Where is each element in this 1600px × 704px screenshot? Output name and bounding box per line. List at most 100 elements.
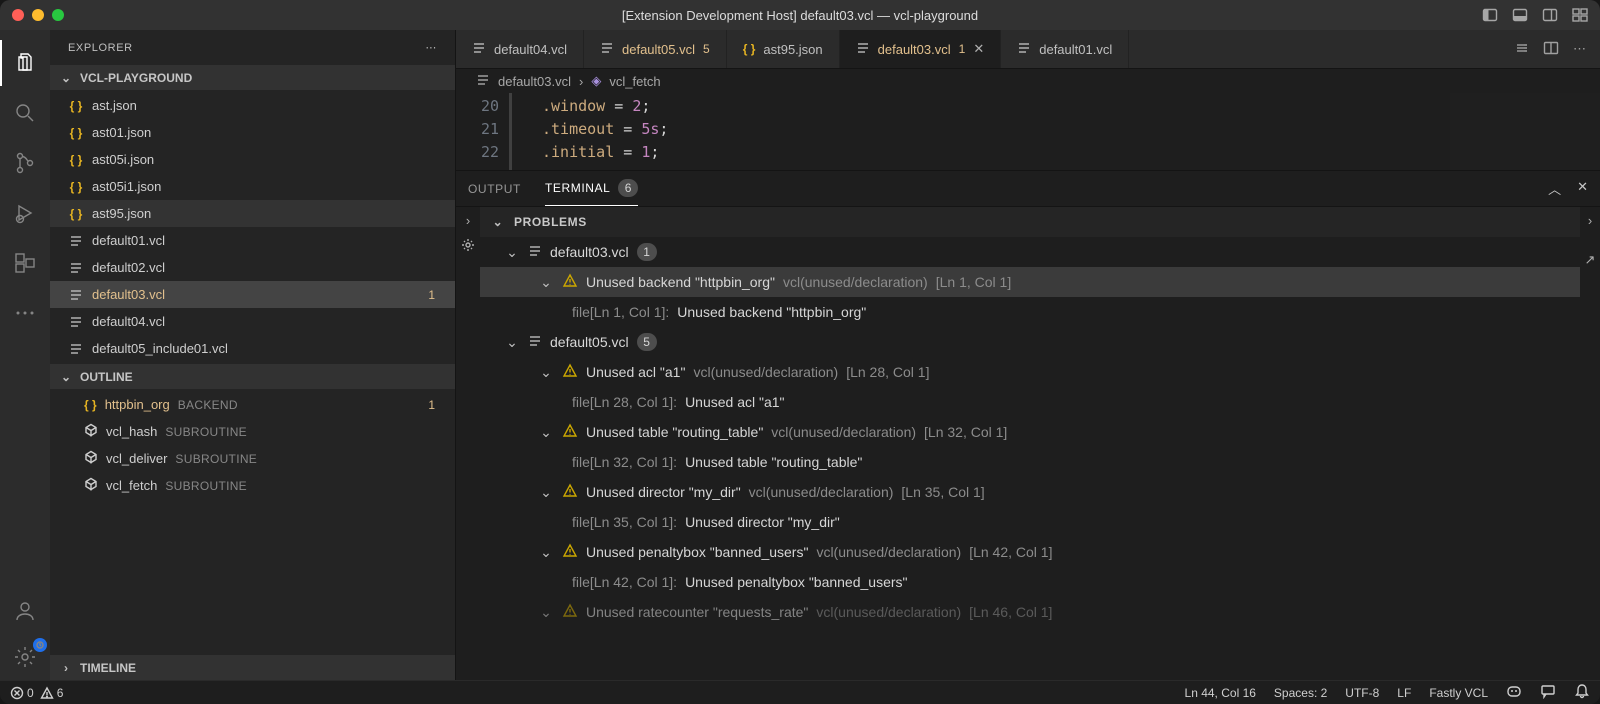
file-tree-item[interactable]: default04.vcl xyxy=(50,308,455,335)
problems-header[interactable]: ⌄ PROBLEMS xyxy=(480,207,1580,237)
problem-row[interactable]: ⌄Unused table "routing_table" vcl(unused… xyxy=(480,417,1580,447)
panel-expand-icon[interactable]: › xyxy=(466,213,470,228)
open-external-icon[interactable]: ↗ xyxy=(1585,252,1596,268)
copilot-icon[interactable] xyxy=(1506,683,1522,702)
file-tree-item[interactable]: { }ast95.json xyxy=(50,200,455,227)
status-encoding[interactable]: UTF-8 xyxy=(1345,686,1379,700)
zoom-window-icon[interactable] xyxy=(52,9,64,21)
editor-tab[interactable]: { }ast95.json xyxy=(727,30,840,68)
problem-detail-row[interactable]: file[Ln 42, Col 1]: Unused penaltybox "b… xyxy=(480,567,1580,597)
status-indent[interactable]: Spaces: 2 xyxy=(1274,686,1327,700)
editor-tab[interactable]: default03.vcl1✕ xyxy=(840,30,1002,68)
warning-icon xyxy=(562,603,578,622)
status-cursor[interactable]: Ln 44, Col 16 xyxy=(1185,686,1256,700)
problem-detail-row[interactable]: file[Ln 1, Col 1]: Unused backend "httpb… xyxy=(480,297,1580,327)
problem-row[interactable]: ⌄Unused ratecounter "requests_rate" vcl(… xyxy=(480,597,1580,627)
json-icon: { } xyxy=(68,99,84,113)
activity-debug[interactable] xyxy=(0,190,50,236)
tab-badge: 1 xyxy=(959,42,966,56)
outline-item[interactable]: vcl_deliverSUBROUTINE xyxy=(50,445,455,472)
tab-close-icon[interactable]: ✕ xyxy=(973,41,984,57)
explorer-more-icon[interactable]: ⋯ xyxy=(425,41,437,54)
feedback-icon[interactable] xyxy=(1540,683,1556,702)
file-tree-item[interactable]: default05_include01.vcl xyxy=(50,335,455,362)
timeline-title: TIMELINE xyxy=(80,661,136,675)
panel-tab-terminal[interactable]: TERMINAL 6 xyxy=(545,171,638,206)
problem-message: Unused ratecounter "requests_rate" xyxy=(586,604,808,620)
file-tree-item[interactable]: { }ast05i.json xyxy=(50,146,455,173)
expand-right-icon[interactable]: › xyxy=(1588,213,1592,228)
status-language[interactable]: Fastly VCL xyxy=(1429,686,1488,700)
explorer-header: EXPLORER ⋯ xyxy=(50,30,455,65)
project-name: VCL-PLAYGROUND xyxy=(80,71,192,85)
problem-row[interactable]: ⌄Unused acl "a1" vcl(unused/declaration)… xyxy=(480,357,1580,387)
status-warnings[interactable]: 6 xyxy=(40,686,64,700)
code-line[interactable]: .initial = 1; xyxy=(542,141,668,164)
activity-more[interactable] xyxy=(0,290,50,336)
problem-count-badge: 1 xyxy=(637,243,657,261)
problem-detail-row[interactable]: file[Ln 32, Col 1]: Unused table "routin… xyxy=(480,447,1580,477)
panel-close-icon[interactable]: ✕ xyxy=(1577,179,1588,198)
activity-account[interactable] xyxy=(0,588,50,634)
timeline-section-header[interactable]: › TIMELINE xyxy=(50,655,455,680)
file-tree-item[interactable]: { }ast01.json xyxy=(50,119,455,146)
outline-item[interactable]: vcl_hashSUBROUTINE xyxy=(50,418,455,445)
layout-panel-icon[interactable] xyxy=(1512,7,1528,23)
outline-item[interactable]: vcl_fetchSUBROUTINE xyxy=(50,472,455,499)
minimap[interactable] xyxy=(1450,93,1600,170)
editor-tab[interactable]: default05.vcl5 xyxy=(584,30,727,68)
panel-tab-output[interactable]: OUTPUT xyxy=(468,171,521,206)
activity-scm[interactable] xyxy=(0,140,50,186)
outline-section-header[interactable]: ⌄ OUTLINE xyxy=(50,364,455,389)
file-lines-icon xyxy=(528,334,542,351)
status-errors[interactable]: 0 xyxy=(10,686,34,700)
problem-row[interactable]: ⌄Unused penaltybox "banned_users" vcl(un… xyxy=(480,537,1580,567)
chevron-right-icon: › xyxy=(58,661,74,675)
symbol-cube-icon xyxy=(84,477,98,494)
layout-secondary-icon[interactable] xyxy=(1542,7,1558,23)
tab-more-icon[interactable]: ⋯ xyxy=(1573,41,1586,57)
file-tree-item[interactable]: default01.vcl xyxy=(50,227,455,254)
problem-file-row[interactable]: ⌄default03.vcl1 xyxy=(480,237,1580,267)
project-section-header[interactable]: ⌄ VCL-PLAYGROUND xyxy=(50,65,455,90)
bell-icon[interactable] xyxy=(1574,683,1590,702)
problem-detail-row[interactable]: file[Ln 28, Col 1]: Unused acl "a1" xyxy=(480,387,1580,417)
activity-explorer[interactable] xyxy=(0,40,50,86)
layout-primary-icon[interactable] xyxy=(1482,7,1498,23)
activity-extensions[interactable] xyxy=(0,240,50,286)
code-editor[interactable]: 202122 .window = 2;.timeout = 5s;.initia… xyxy=(456,93,1600,170)
layout-custom-icon[interactable] xyxy=(1572,7,1588,23)
editor-tab[interactable]: default04.vcl xyxy=(456,30,584,68)
file-tree-item[interactable]: { }ast05i1.json xyxy=(50,173,455,200)
file-tree-item[interactable]: default02.vcl xyxy=(50,254,455,281)
problem-row[interactable]: ⌄Unused backend "httpbin_org" vcl(unused… xyxy=(480,267,1580,297)
problem-detail-row[interactable]: file[Ln 35, Col 1]: Unused director "my_… xyxy=(480,507,1580,537)
file-tree-item[interactable]: { }ast.json xyxy=(50,92,455,119)
minimize-window-icon[interactable] xyxy=(32,9,44,21)
symbol-namespace-icon: { } xyxy=(84,398,97,412)
activity-settings[interactable] xyxy=(0,634,50,680)
code-content[interactable]: .window = 2;.timeout = 5s;.initial = 1; xyxy=(512,93,668,170)
problem-detail-message: Unused backend "httpbin_org" xyxy=(677,304,866,320)
chevron-down-icon: ⌄ xyxy=(58,71,74,85)
problems-title: PROBLEMS xyxy=(514,215,587,229)
problem-row[interactable]: ⌄Unused director "my_dir" vcl(unused/dec… xyxy=(480,477,1580,507)
split-editor-icon[interactable] xyxy=(1543,40,1559,59)
problem-message: Unused penaltybox "banned_users" xyxy=(586,544,808,560)
panel-chevron-up-icon[interactable]: ︿ xyxy=(1548,179,1561,198)
breadcrumb[interactable]: default03.vcl › ◈ vcl_fetch xyxy=(456,69,1600,93)
outline-item[interactable]: { }httpbin_orgBACKEND1 xyxy=(50,391,455,418)
file-lines-icon xyxy=(528,244,542,261)
activity-search[interactable] xyxy=(0,90,50,136)
file-tree-item[interactable]: default03.vcl1 xyxy=(50,281,455,308)
close-window-icon[interactable] xyxy=(12,9,24,21)
tab-overflow-icon[interactable] xyxy=(1515,41,1529,58)
warning-icon xyxy=(562,273,578,292)
code-line[interactable]: .window = 2; xyxy=(542,95,668,118)
problem-file-row[interactable]: ⌄default05.vcl5 xyxy=(480,327,1580,357)
editor-tab[interactable]: default01.vcl xyxy=(1001,30,1129,68)
panel-settings-icon[interactable] xyxy=(461,238,475,255)
status-eol[interactable]: LF xyxy=(1397,686,1411,700)
titlebar: [Extension Development Host] default03.v… xyxy=(0,0,1600,30)
code-line[interactable]: .timeout = 5s; xyxy=(542,118,668,141)
